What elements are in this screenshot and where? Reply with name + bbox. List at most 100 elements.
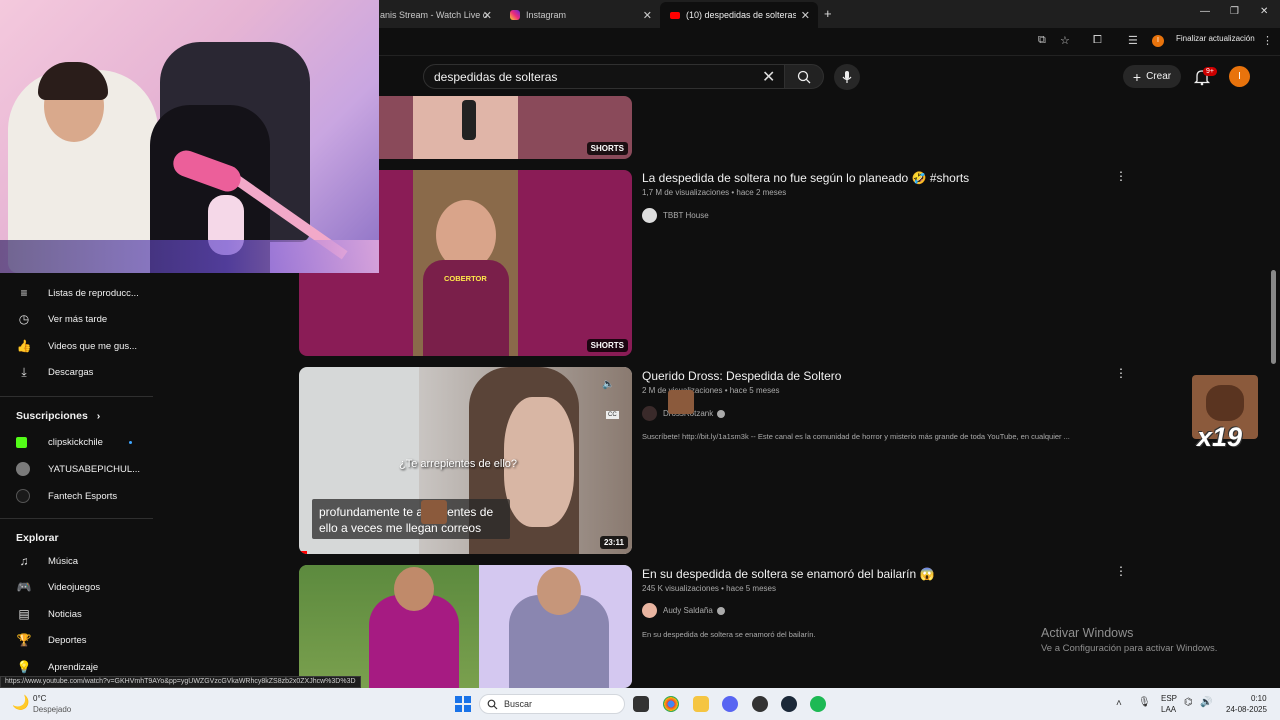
more-options-icon[interactable]: ⋮ — [1115, 169, 1127, 183]
sidebar-item-playlists[interactable]: ≡ Listas de reproducc... — [16, 282, 139, 304]
extensions-icon[interactable]: ⧠ — [1093, 34, 1102, 47]
search-input[interactable]: despedidas de solteras — [434, 70, 557, 84]
close-icon[interactable]: ✕ — [483, 9, 492, 22]
sidebar-item-sports[interactable]: 🏆 Deportes — [16, 629, 87, 651]
channel-link[interactable]: TBBT House — [642, 208, 709, 223]
keyboard-layout[interactable]: LAA — [1161, 705, 1176, 714]
video-title[interactable]: La despedida de soltera no fue según lo … — [642, 171, 969, 185]
language-code[interactable]: ESP — [1161, 694, 1177, 703]
gamepad-icon: 🎮 — [16, 580, 32, 594]
sidebar-item-label: Videos que me gus... — [48, 340, 138, 352]
plus-icon: + — [1132, 68, 1142, 85]
channel-avatar — [642, 208, 657, 223]
video-meta: 2 M de visualizaciones • hace 5 meses — [642, 386, 780, 395]
chevron-up-icon[interactable]: ˄ — [1116, 698, 1122, 709]
tab-youtube[interactable]: (10) despedidas de solteras - Yo ✕ — [660, 2, 818, 28]
activate-windows-title: Activar Windows — [1041, 626, 1134, 640]
voice-search-button[interactable] — [834, 64, 860, 90]
video-meta: 1,7 M de visualizaciones • hace 2 meses — [642, 188, 787, 197]
windows-start-icon[interactable] — [455, 696, 471, 712]
profile-icon[interactable]: I — [1152, 35, 1164, 47]
sidebar-item-downloads[interactable]: ⤓ Descargas — [16, 361, 93, 383]
clock-time[interactable]: 0:10 — [1251, 694, 1267, 703]
volume-icon[interactable]: 🔊 — [1200, 697, 1212, 708]
folder-icon[interactable] — [693, 696, 709, 712]
phone-image — [462, 100, 476, 140]
captions-icon[interactable]: CC — [606, 411, 619, 419]
video-title[interactable]: En su despedida de soltera se enamoró de… — [642, 567, 934, 581]
tab-stream[interactable]: anis Stream - Watch Live o ✕ — [370, 2, 500, 28]
close-window-icon[interactable]: ✕ — [1260, 6, 1268, 17]
search-button[interactable] — [784, 64, 824, 89]
taskbar-search-label: Buscar — [504, 699, 533, 709]
sidebar-sub-fantech[interactable]: Fantech Esports — [16, 485, 117, 507]
close-icon[interactable]: ✕ — [643, 9, 652, 22]
clear-search-icon[interactable]: ✕ — [762, 67, 775, 87]
channel-link[interactable]: Audy Saldaña — [642, 603, 725, 618]
menu-icon[interactable]: ⋮ — [1262, 34, 1273, 47]
sidebar-item-label: Listas de reproducc... — [48, 287, 139, 299]
spotify-icon[interactable] — [810, 696, 826, 712]
mic-icon — [842, 71, 852, 83]
scrollbar[interactable] — [1271, 270, 1276, 364]
sidebar-item-watch-later[interactable]: ◷ Ver más tarde — [16, 308, 107, 330]
sidebar-item-learning[interactable]: 💡 Aprendizaje — [16, 656, 99, 678]
close-icon[interactable]: ✕ — [801, 9, 810, 22]
cast-icon[interactable]: ⧉ — [1038, 34, 1046, 47]
search-icon — [487, 699, 498, 710]
update-button[interactable]: Finalizar actualización — [1176, 34, 1255, 43]
sidebar-sub-clipskickchile[interactable]: clipskickchile — [16, 431, 156, 453]
minimize-icon[interactable]: — — [1200, 6, 1210, 17]
sidebar-item-gaming[interactable]: 🎮 Videojuegos — [16, 576, 101, 598]
video-thumbnail[interactable] — [299, 565, 632, 688]
shorts-badge: SHORTS — [586, 142, 628, 155]
obs-icon[interactable] — [752, 696, 768, 712]
network-icon[interactable]: ⌬ — [1184, 697, 1193, 708]
sidebar-item-liked[interactable]: 👍 Videos que me gus... — [16, 335, 138, 357]
trophy-icon: 🏆 — [16, 633, 32, 647]
activate-windows-subtitle: Ve a Configuración para activar Windows. — [1041, 643, 1218, 654]
video-title[interactable]: Querido Dross: Despedida de Soltero — [642, 369, 841, 383]
sidebar-item-label: Noticias — [48, 608, 82, 620]
reading-list-icon[interactable]: ☰ — [1128, 34, 1138, 47]
sidebar-item-label: Aprendizaje — [48, 661, 99, 673]
tab-instagram[interactable]: Instagram ✕ — [500, 2, 660, 28]
new-tab-button[interactable]: + — [824, 6, 832, 21]
sidebar-item-label: Música — [48, 555, 79, 567]
video-meta: 245 K visualizaciones • hace 5 meses — [642, 584, 776, 593]
shorts-badge: SHORTS — [586, 339, 628, 352]
subtitle-box: profundamente te arrepientes de ello a v… — [312, 499, 510, 539]
more-options-icon[interactable]: ⋮ — [1115, 366, 1127, 380]
mic-icon[interactable]: 🎙 — [1138, 697, 1151, 708]
chrome-icon[interactable] — [663, 696, 679, 712]
steam-icon[interactable] — [781, 696, 797, 712]
video-thumbnail[interactable]: 🔈 CC ¿Te arrepientes de ello? profundame… — [299, 367, 632, 554]
emote-counter: x19 — [1197, 422, 1243, 452]
clock-date[interactable]: 24-08-2025 — [1226, 705, 1267, 714]
channel-avatar — [16, 436, 27, 448]
avatar[interactable]: I — [1229, 66, 1250, 87]
sidebar-item-music[interactable]: ♫ Música — [16, 550, 79, 572]
task-view-icon[interactable] — [633, 696, 649, 712]
channel-avatar — [642, 406, 657, 421]
channel-avatar — [16, 462, 30, 476]
more-options-icon[interactable]: ⋮ — [1115, 564, 1127, 578]
subscriptions-header[interactable]: Suscripciones › — [16, 410, 100, 422]
create-button[interactable]: + Crear — [1123, 65, 1181, 88]
restore-icon[interactable]: ❐ — [1230, 6, 1239, 17]
volume-icon[interactable]: 🔈 — [602, 379, 614, 390]
sidebar-item-news[interactable]: ▤ Noticias — [16, 603, 82, 625]
download-icon: ⤓ — [21, 365, 27, 379]
discord-icon[interactable] — [722, 696, 738, 712]
chevron-right-icon: › — [96, 410, 101, 422]
webcam-overlay — [0, 0, 379, 273]
watch-progress — [299, 551, 307, 554]
video-description: En su despedida de soltera se enamoró de… — [642, 630, 816, 639]
notification-badge: 9+ — [1203, 67, 1217, 76]
clock-icon: ◷ — [18, 312, 30, 326]
weather-icon[interactable]: 🌙 — [12, 694, 29, 711]
sidebar-sub-yatusabe[interactable]: YATUSABEPICHUL... — [16, 458, 140, 480]
bookmark-star-icon[interactable]: ☆ — [1060, 34, 1070, 47]
sidebar-item-label: Videojuegos — [48, 581, 101, 593]
taskbar-search[interactable]: Buscar — [479, 694, 625, 714]
